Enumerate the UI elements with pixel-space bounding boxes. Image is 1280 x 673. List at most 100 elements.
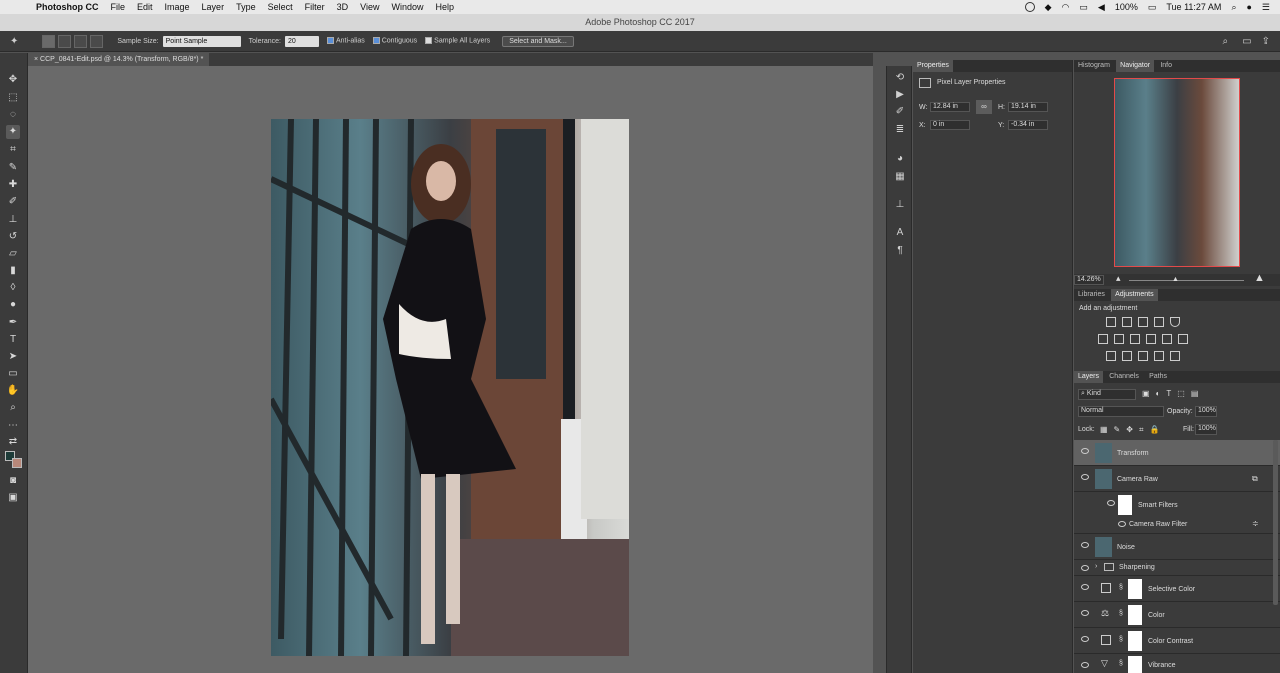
zoom-slider[interactable]: [1129, 280, 1244, 281]
layer-kind-filter[interactable]: ⌕ Kind: [1078, 389, 1136, 400]
new-selection-button[interactable]: [42, 34, 56, 48]
chain-link-icon[interactable]: §: [1119, 610, 1123, 617]
menu-view[interactable]: View: [360, 2, 379, 12]
contiguous-checkbox[interactable]: Contiguous: [372, 37, 417, 45]
levels-adjustment-icon[interactable]: [1122, 317, 1132, 327]
layer-row[interactable]: § Selective Color: [1074, 576, 1280, 602]
brightness-adjustment-icon[interactable]: [1106, 317, 1116, 327]
color-lookup-adjustment-icon[interactable]: [1178, 334, 1188, 344]
subtract-from-selection-button[interactable]: [74, 34, 88, 48]
share-icon[interactable]: ⇪: [1262, 36, 1270, 47]
menu-select[interactable]: Select: [268, 2, 293, 12]
battery-percent[interactable]: 100%: [1115, 2, 1138, 12]
dodge-tool-icon[interactable]: ●: [6, 298, 20, 312]
anti-alias-checkbox[interactable]: Anti-alias: [326, 37, 365, 45]
actions-panel-icon[interactable]: ▶: [893, 88, 907, 102]
paragraph-panel-icon[interactable]: ¶: [893, 244, 907, 258]
hue-saturation-adjustment-icon[interactable]: [1098, 334, 1108, 344]
dropbox-icon[interactable]: ◆: [1045, 2, 1052, 13]
tab-paths[interactable]: Paths: [1145, 371, 1171, 383]
navigator-zoom-field[interactable]: 14.26%: [1074, 275, 1104, 285]
layer-name[interactable]: Color: [1148, 612, 1165, 619]
menu-layer[interactable]: Layer: [202, 2, 225, 12]
tab-info[interactable]: Info: [1156, 60, 1176, 72]
layer-filter-icons[interactable]: ▣◐T⬚▤: [1142, 389, 1204, 398]
lock-icons[interactable]: ▦✎✥⌗🔒: [1100, 425, 1165, 435]
hand-tool-icon[interactable]: ✋: [6, 384, 20, 398]
photo-filter-adjustment-icon[interactable]: [1146, 334, 1156, 344]
magic-wand-tool-preset-icon[interactable]: ✦: [10, 36, 18, 47]
clone-source-icon[interactable]: ⊥: [893, 198, 907, 212]
layer-row[interactable]: Transform: [1074, 440, 1280, 466]
layer-name[interactable]: Camera Raw Filter: [1129, 521, 1187, 528]
layer-row[interactable]: Camera Raw Filter ≑: [1074, 516, 1280, 534]
layer-name[interactable]: Transform: [1117, 450, 1149, 457]
menu-edit[interactable]: Edit: [137, 2, 153, 12]
more-tools-icon[interactable]: ⋯: [6, 419, 20, 433]
tab-adjustments[interactable]: Adjustments: [1111, 289, 1158, 301]
layer-row[interactable]: § Color Contrast: [1074, 628, 1280, 654]
marquee-tool-icon[interactable]: ⬚: [6, 91, 20, 105]
move-tool-icon[interactable]: ✥: [6, 73, 20, 87]
select-and-mask-button[interactable]: Select and Mask...: [502, 35, 574, 47]
opacity-field[interactable]: 100%: [1195, 406, 1217, 417]
color-balance-adjustment-icon[interactable]: [1114, 334, 1124, 344]
y-field[interactable]: -0.34 in: [1008, 120, 1048, 130]
close-tab-icon[interactable]: ×: [34, 56, 38, 63]
layer-row[interactable]: Camera Raw ⧉: [1074, 466, 1280, 492]
pen-tool-icon[interactable]: ✒: [6, 316, 20, 330]
document-tab[interactable]: × CCP_0841-Edit.psd @ 14.3% (Transform, …: [28, 53, 210, 66]
clone-stamp-tool-icon[interactable]: ⊥: [6, 213, 20, 227]
link-dimensions-icon[interactable]: ∞: [976, 100, 992, 114]
chain-link-icon[interactable]: §: [1119, 660, 1123, 667]
layer-name[interactable]: Camera Raw: [1117, 476, 1158, 483]
layers-scrollbar[interactable]: [1273, 440, 1278, 605]
blend-mode-select[interactable]: Normal: [1078, 406, 1164, 417]
notification-center-icon[interactable]: ☰: [1262, 2, 1270, 13]
filter-options-icon[interactable]: ≑: [1252, 519, 1259, 528]
channel-mixer-adjustment-icon[interactable]: [1162, 334, 1172, 344]
chain-link-icon[interactable]: §: [1119, 584, 1123, 591]
layer-mask-thumbnail[interactable]: [1128, 631, 1142, 651]
brush-tool-icon[interactable]: ✐: [6, 195, 20, 209]
layer-row[interactable]: ▽ § Vibrance: [1074, 654, 1280, 673]
layer-mask-thumbnail[interactable]: [1128, 605, 1142, 625]
posterize-adjustment-icon[interactable]: [1122, 351, 1132, 361]
visibility-eye-icon[interactable]: [1081, 542, 1089, 548]
layer-name[interactable]: Sharpening: [1119, 564, 1155, 571]
quick-mask-icon[interactable]: ◙: [6, 474, 20, 488]
screen-mode-icon[interactable]: ▣: [6, 491, 20, 505]
visibility-eye-icon[interactable]: [1081, 448, 1089, 454]
menu-window[interactable]: Window: [391, 2, 423, 12]
visibility-eye-icon[interactable]: [1081, 474, 1089, 480]
zoom-in-icon[interactable]: ▲: [1254, 272, 1265, 284]
canvas-area[interactable]: [28, 66, 873, 673]
menu-type[interactable]: Type: [236, 2, 256, 12]
sample-size-select[interactable]: Point Sample: [162, 35, 241, 47]
zoom-tool-icon[interactable]: ⌕: [6, 401, 20, 415]
airplay-icon[interactable]: ▭: [1079, 2, 1088, 13]
gradient-map-adjustment-icon[interactable]: [1170, 351, 1180, 361]
magic-wand-tool-icon[interactable]: ✦: [6, 125, 20, 139]
curves-adjustment-icon[interactable]: [1138, 317, 1148, 327]
zoom-slider-handle[interactable]: ▲: [1172, 276, 1179, 283]
layer-mask-thumbnail[interactable]: [1128, 656, 1142, 673]
layer-mask-thumbnail[interactable]: [1128, 579, 1142, 599]
sample-all-layers-checkbox[interactable]: Sample All Layers: [425, 37, 490, 45]
vibrance-adjustment-icon[interactable]: [1170, 317, 1180, 327]
menu-3d[interactable]: 3D: [337, 2, 349, 12]
document-image[interactable]: [271, 119, 629, 656]
width-field[interactable]: 12.84 in: [930, 102, 970, 112]
layer-name[interactable]: Vibrance: [1148, 662, 1176, 669]
history-brush-tool-icon[interactable]: ↺: [6, 230, 20, 244]
status-circle-icon[interactable]: [1024, 2, 1035, 12]
workspace-icon[interactable]: ▭: [1242, 36, 1251, 47]
layer-row[interactable]: ⚖ § Color: [1074, 602, 1280, 628]
path-selection-tool-icon[interactable]: ➤: [6, 350, 20, 364]
menu-filter[interactable]: Filter: [305, 2, 325, 12]
battery-icon[interactable]: ▭: [1148, 2, 1157, 13]
visibility-eye-icon[interactable]: [1107, 500, 1115, 506]
tab-properties[interactable]: Properties: [913, 60, 953, 72]
invert-adjustment-icon[interactable]: [1106, 351, 1116, 361]
layer-name[interactable]: Smart Filters: [1138, 502, 1178, 509]
